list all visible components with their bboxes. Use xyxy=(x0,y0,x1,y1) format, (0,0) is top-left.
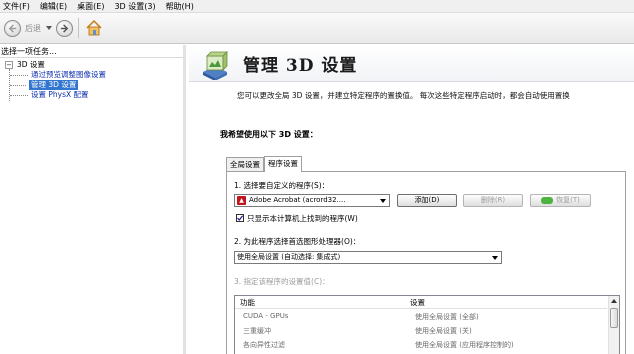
arrow-right-icon xyxy=(60,23,69,33)
header-divider xyxy=(235,308,607,309)
section-heading: 我希望使用以下 3D 设置： xyxy=(220,130,318,139)
toolbar: 后退 xyxy=(0,13,634,44)
column-header-setting[interactable]: 设置 xyxy=(410,297,425,308)
back-button[interactable] xyxy=(4,19,21,37)
forward-button[interactable] xyxy=(56,19,73,37)
list-scrollbar[interactable] xyxy=(608,296,619,354)
menu-file[interactable]: 文件(F) xyxy=(3,0,30,13)
scroll-up-icon[interactable] xyxy=(611,299,617,303)
scroll-thumb[interactable] xyxy=(610,308,618,328)
task-panel: 选择一项任务... − 3D 设置 通过预览调整图像设置 管理 3D 设置 设置… xyxy=(0,45,186,354)
sidebar-item-manage-3d[interactable]: 管理 3D 设置 xyxy=(0,80,183,90)
restore-button[interactable]: 恢复(T) xyxy=(530,194,591,207)
page-banner: 管理 3D 设置 xyxy=(189,45,634,82)
toolbar-separator xyxy=(78,18,79,38)
chevron-down-icon[interactable] xyxy=(46,25,52,31)
list-item-feature[interactable]: 三重缓冲 xyxy=(243,326,271,336)
tree-root-3d-settings[interactable]: − 3D 设置 xyxy=(0,60,183,70)
restore-button-label: 恢复(T) xyxy=(556,196,580,204)
sidebar-item-label[interactable]: 通过预览调整图像设置 xyxy=(31,70,106,80)
list-item-feature[interactable]: CUDA - GPUs xyxy=(243,312,288,320)
page-title: 管理 3D 设置 xyxy=(243,56,358,76)
show-found-programs-label[interactable]: 只显示本计算机上找到的程序(W) xyxy=(247,213,358,224)
list-item-setting[interactable]: 使用全局设置 (应用程序控制的) xyxy=(415,340,514,350)
task-tree: − 3D 设置 通过预览调整图像设置 管理 3D 设置 设置 PhysX 配置 xyxy=(0,58,183,101)
tab-program-settings[interactable]: 程序设置 xyxy=(264,156,302,172)
page-description: 您可以更改全局 3D 设置，并建立特定程序的置换值。 每次这些特定程序启动时，都… xyxy=(237,91,570,100)
menu-help[interactable]: 帮助(H) xyxy=(166,0,194,13)
nvidia-restore-icon xyxy=(541,196,554,204)
3d-settings-icon xyxy=(203,51,228,80)
tree-root-label: 3D 设置 xyxy=(17,60,45,69)
tree-connector xyxy=(10,75,28,76)
tree-connector xyxy=(10,95,28,96)
program-settings-panel: 1. 选择要自定义的程序(S)： ▲ Adobe Acrobat (acrord3… xyxy=(226,171,626,354)
gpu-select-value: 使用全局设置 (自动选择: 集成式) xyxy=(237,253,341,261)
home-icon xyxy=(86,19,102,36)
settings-list[interactable]: 功能 设置 CUDA - GPUs 使用全局设置 (全部) 三重缓冲 使用全局设… xyxy=(234,295,620,354)
step1-label: 1. 选择要自定义的程序(S)： xyxy=(234,181,330,190)
collapse-icon[interactable]: − xyxy=(5,61,13,69)
list-item-setting[interactable]: 使用全局设置 (全部) xyxy=(415,312,479,322)
arrow-left-icon xyxy=(8,23,17,33)
tree-connector xyxy=(10,85,26,86)
sidebar-item-image-preview[interactable]: 通过预览调整图像设置 xyxy=(0,70,183,80)
step2-label: 2. 为此程序选择首选图形处理器(O)： xyxy=(234,237,361,246)
sidebar-item-label[interactable]: 设置 PhysX 配置 xyxy=(31,90,89,100)
content-panel: 管理 3D 设置 您可以更改全局 3D 设置，并建立特定程序的置换值。 每次这些… xyxy=(189,45,634,354)
menu-3d-settings[interactable]: 3D 设置(3) xyxy=(114,0,155,13)
program-select[interactable]: ▲ Adobe Acrobat (acrord32.... xyxy=(234,194,390,207)
show-found-programs-checkbox[interactable] xyxy=(236,214,244,222)
program-select-value: Adobe Acrobat (acrord32.... xyxy=(249,196,346,204)
delete-button[interactable]: 删除(R) xyxy=(463,194,523,207)
column-header-feature[interactable]: 功能 xyxy=(240,297,255,308)
add-button[interactable]: 添加(D) xyxy=(397,194,457,207)
task-panel-title: 选择一项任务... xyxy=(0,45,183,58)
tab-global-settings[interactable]: 全局设置 xyxy=(226,157,264,172)
list-item-feature[interactable]: 各向异性过滤 xyxy=(243,340,285,350)
gpu-select[interactable]: 使用全局设置 (自动选择: 集成式) xyxy=(234,251,502,264)
settings-tabs: 全局设置 程序设置 xyxy=(226,156,302,172)
home-button[interactable] xyxy=(85,19,103,37)
chevron-down-icon xyxy=(380,199,386,203)
menu-edit[interactable]: 编辑(E) xyxy=(40,0,67,13)
step3-label: 3. 指定该程序的设置值(C)： xyxy=(234,277,330,286)
chevron-down-icon xyxy=(492,256,498,260)
sidebar-item-physx[interactable]: 设置 PhysX 配置 xyxy=(0,90,183,100)
menu-bar: 文件(F) 编辑(E) 桌面(E) 3D 设置(3) 帮助(H) xyxy=(0,0,634,13)
pdf-icon: ▲ xyxy=(237,195,246,205)
list-item-setting[interactable]: 使用全局设置 (关) xyxy=(415,326,472,336)
menu-desktop[interactable]: 桌面(E) xyxy=(77,0,104,13)
checkmark-icon xyxy=(237,215,243,221)
sidebar-item-label[interactable]: 管理 3D 设置 xyxy=(29,80,79,90)
back-label: 后退 xyxy=(25,23,41,33)
